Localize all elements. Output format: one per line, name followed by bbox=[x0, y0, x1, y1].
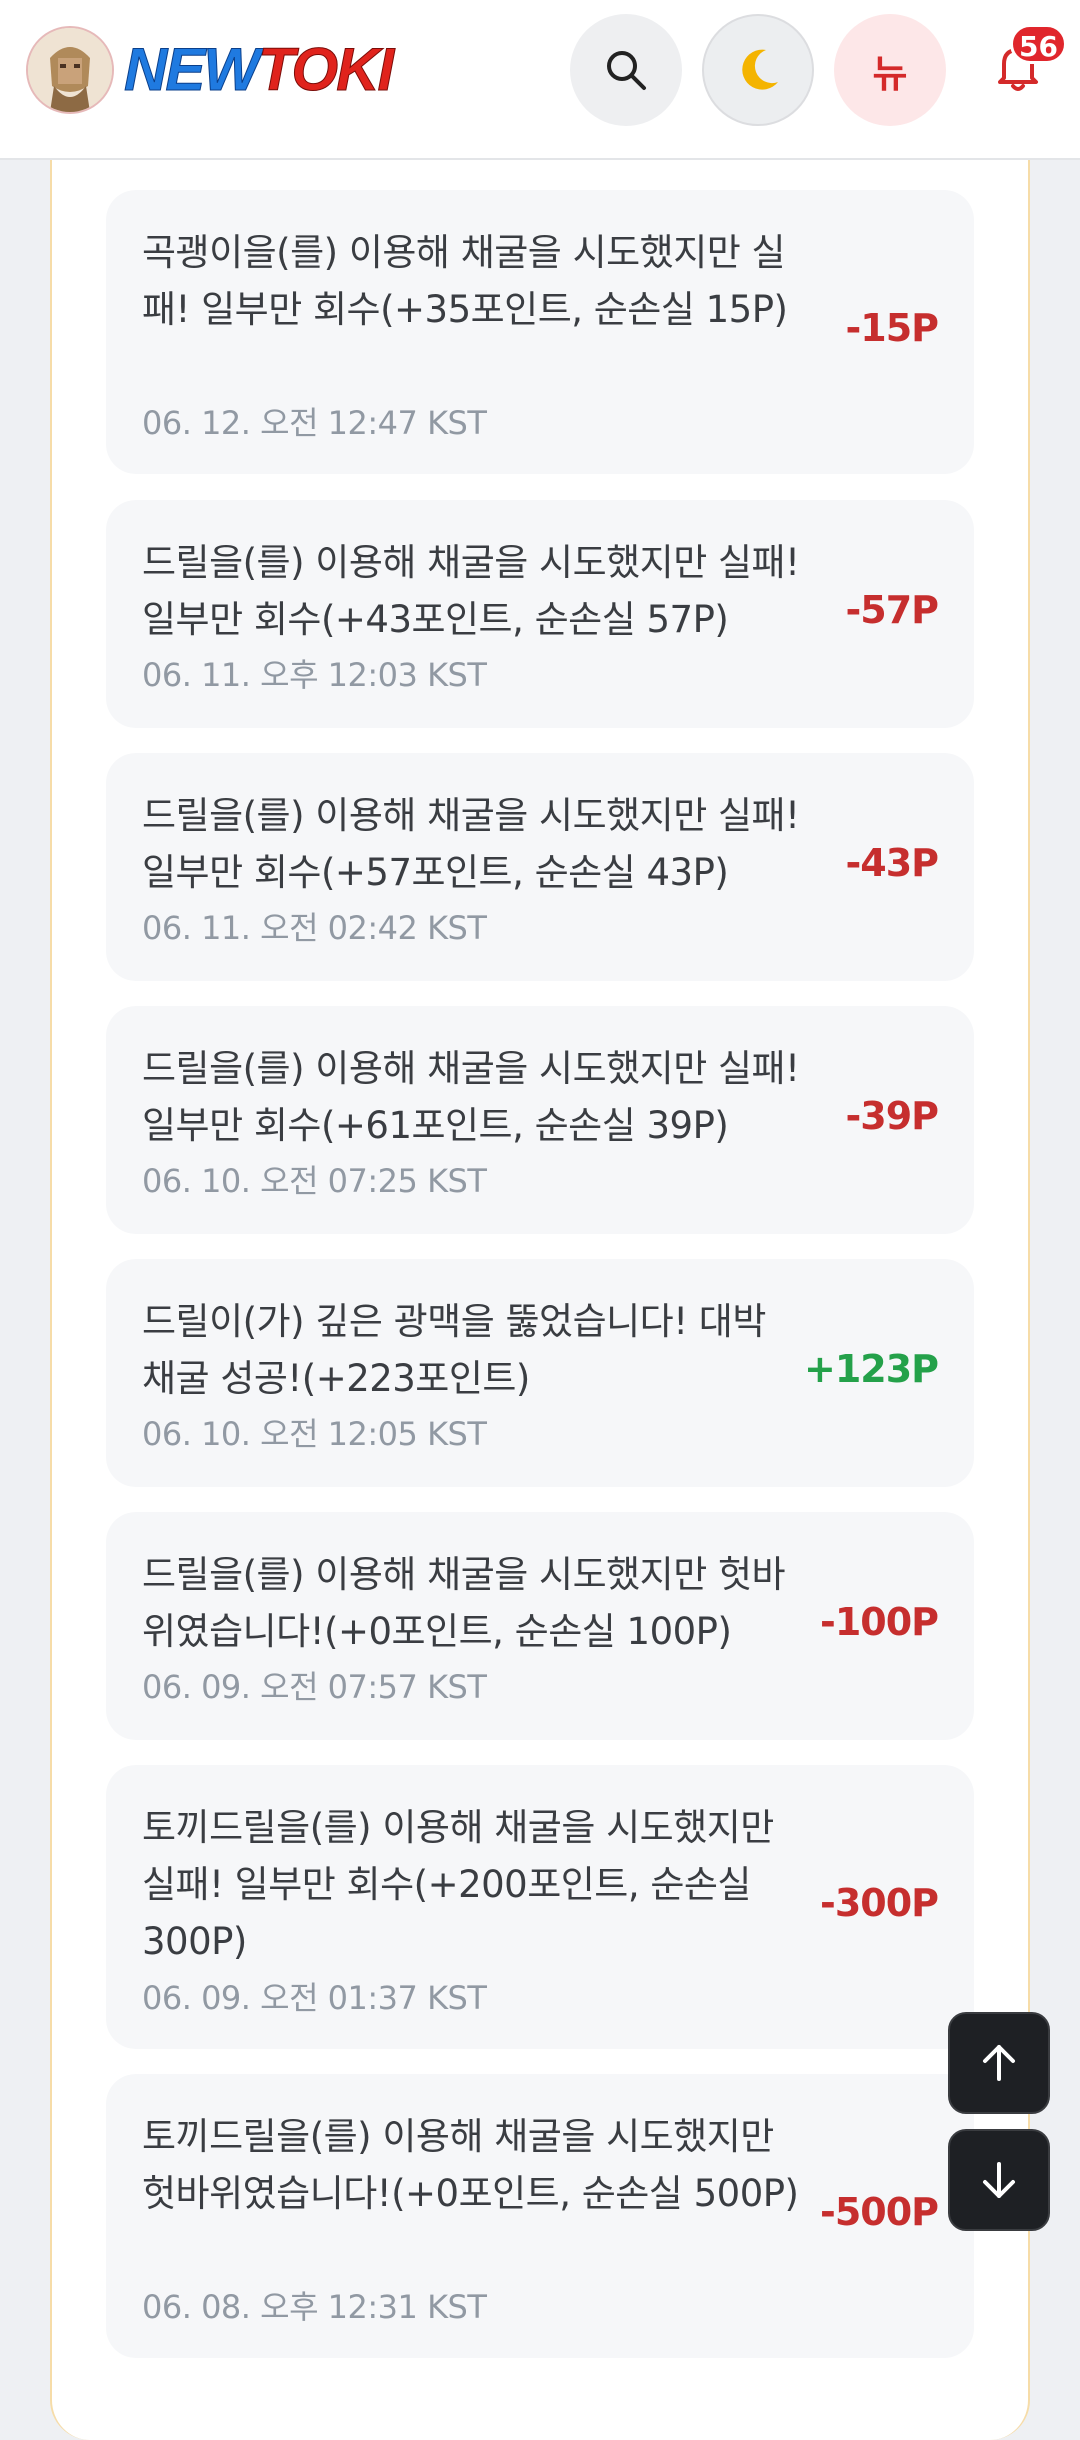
search-icon bbox=[607, 51, 646, 90]
history-item: 토끼드릴을(를) 이용해 채굴을 시도했지만 실패! 일부만 회수(+200포인… bbox=[106, 1765, 974, 2049]
moon-icon bbox=[742, 49, 778, 90]
arrow-up-icon bbox=[983, 2045, 1015, 2081]
history-item-text: 토끼드릴을(를) 이용해 채굴을 시도했지만 헛바위였습니다!(+0포인트, 순… bbox=[142, 2115, 799, 2215]
history-item-text: 곡괭이을(를) 이용해 채굴을 시도했지만 실패! 일부만 회수(+35포인트,… bbox=[142, 231, 788, 331]
scroll-top-button[interactable] bbox=[948, 2012, 1050, 2114]
history-item-time: 06. 10. 오전 07:25 KST bbox=[142, 1162, 487, 1200]
history-item-amount: -15P bbox=[845, 306, 939, 350]
history-item-time: 06. 10. 오전 12:05 KST bbox=[142, 1415, 487, 1453]
history-item-time: 06. 11. 오전 02:42 KST bbox=[142, 909, 487, 947]
search-button[interactable] bbox=[570, 14, 682, 126]
history-item: 드릴이(가) 깊은 광맥을 뚫었습니다! 대박 채굴 성공!(+223포인트) … bbox=[106, 1259, 974, 1487]
logo-toki-text: TOKI bbox=[257, 36, 394, 104]
history-item-text: 드릴이(가) 깊은 광맥을 뚫었습니다! 대박 채굴 성공!(+223포인트) bbox=[142, 1300, 766, 1400]
history-item-text: 드릴을(를) 이용해 채굴을 시도했지만 헛바위였습니다!(+0포인트, 순손실… bbox=[142, 1553, 786, 1653]
history-item-time: 06. 11. 오후 12:03 KST bbox=[142, 656, 487, 694]
site-logo[interactable]: NEWTOKI bbox=[124, 32, 395, 108]
user-avatar[interactable] bbox=[26, 26, 114, 114]
history-item-text: 드릴을(를) 이용해 채굴을 시도했지만 실패! 일부만 회수(+43포인트, … bbox=[142, 541, 800, 641]
news-button[interactable]: 뉴 bbox=[834, 14, 946, 126]
history-item-text: 드릴을(를) 이용해 채굴을 시도했지만 실패! 일부만 회수(+61포인트, … bbox=[142, 1047, 800, 1147]
history-item-amount: -57P bbox=[845, 588, 939, 632]
dark-mode-toggle[interactable] bbox=[702, 14, 814, 126]
history-item-amount: -39P bbox=[845, 1094, 939, 1138]
logo-new-text: NEW bbox=[124, 36, 261, 104]
history-item: 드릴을(를) 이용해 채굴을 시도했지만 헛바위였습니다!(+0포인트, 순손실… bbox=[106, 1512, 974, 1740]
history-item-amount: +123P bbox=[803, 1347, 939, 1391]
avatar-image bbox=[28, 28, 112, 112]
history-item-amount: -43P bbox=[845, 841, 939, 885]
history-item-time: 06. 12. 오전 12:47 KST bbox=[142, 404, 487, 442]
history-item: 드릴을(를) 이용해 채굴을 시도했지만 실패! 일부만 회수(+43포인트, … bbox=[106, 500, 974, 728]
history-item-amount: -300P bbox=[820, 1881, 939, 1925]
history-item-text: 드릴을(를) 이용해 채굴을 시도했지만 실패! 일부만 회수(+57포인트, … bbox=[142, 794, 800, 894]
history-item: 곡괭이을(를) 이용해 채굴을 시도했지만 실패! 일부만 회수(+35포인트,… bbox=[106, 190, 974, 474]
history-item: 토끼드릴을(를) 이용해 채굴을 시도했지만 헛바위였습니다!(+0포인트, 순… bbox=[106, 2074, 974, 2358]
history-item-amount: -500P bbox=[820, 2190, 939, 2234]
history-item-time: 06. 09. 오전 01:37 KST bbox=[142, 1979, 487, 2017]
history-item-text: 토끼드릴을(를) 이용해 채굴을 시도했지만 실패! 일부만 회수(+200포인… bbox=[142, 1806, 774, 1963]
history-item: 드릴을(를) 이용해 채굴을 시도했지만 실패! 일부만 회수(+61포인트, … bbox=[106, 1006, 974, 1234]
arrow-down-icon bbox=[983, 2162, 1015, 2198]
history-item-amount: -100P bbox=[820, 1600, 939, 1644]
history-item: 드릴을(를) 이용해 채굴을 시도했지만 실패! 일부만 회수(+57포인트, … bbox=[106, 753, 974, 981]
history-item-time: 06. 09. 오전 07:57 KST bbox=[142, 1668, 487, 1706]
scroll-bottom-button[interactable] bbox=[948, 2129, 1050, 2231]
top-header: NEWTOKI 뉴 56 bbox=[0, 0, 1080, 160]
news-label: 뉴 bbox=[872, 51, 908, 96]
notification-count-badge: 56 bbox=[1010, 24, 1067, 64]
history-item-time: 06. 08. 오후 12:31 KST bbox=[142, 2288, 487, 2326]
